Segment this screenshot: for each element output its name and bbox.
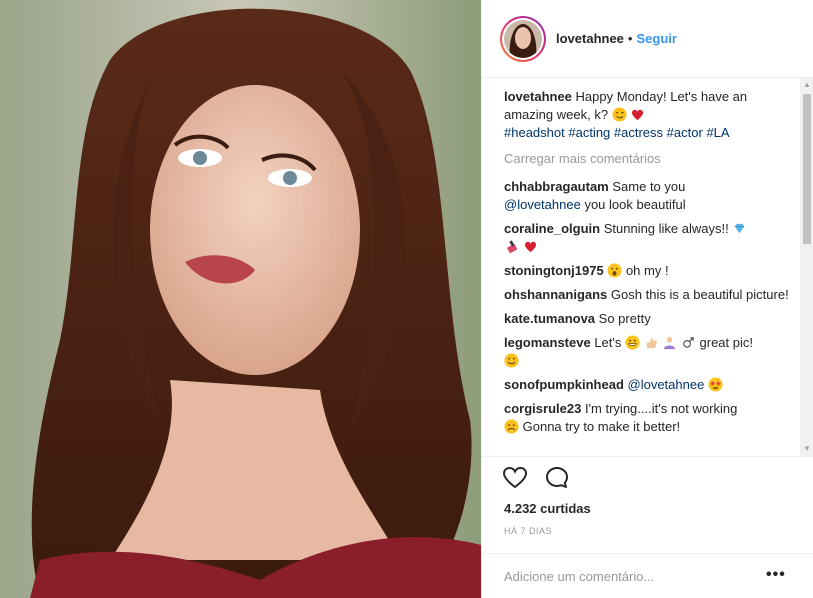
comment-item: legomansteve Let's great pic! [504,334,794,370]
hashtag[interactable]: #acting [568,125,610,140]
comment-input[interactable] [504,566,744,586]
comment-item: coraline_olguin Stunning like always!! [504,220,794,256]
post-header: lovetahnee • Seguir [482,0,813,78]
scroll-down-arrow-icon[interactable]: ▼ [800,442,813,456]
header-username[interactable]: lovetahnee [556,31,624,46]
thumbs-up-emoji-icon [646,337,657,349]
comment-username[interactable]: ohshannanigans [504,287,607,302]
comment-text: So pretty [598,311,651,326]
comment-item: ohshannanigans Gosh this is a beautiful … [504,286,794,304]
comment-text: Gosh this is a beautiful picture! [610,287,789,302]
caption-username[interactable]: lovetahnee [504,89,572,104]
comment-item: sonofpumpkinhead @lovetahnee [504,376,794,394]
comment-text-after: you look beautiful [584,197,686,212]
surprised-emoji-icon [607,263,622,278]
add-comment-bar: ••• [482,553,813,598]
heart-emoji-icon [632,109,644,121]
comment-text: Stunning like always!! [603,221,729,236]
comment-item: kate.tumanova So pretty [504,310,794,328]
post-timestamp[interactable]: HÁ 7 DIAS [504,526,552,536]
comment-text: oh my ! [625,263,669,278]
comment-username[interactable]: stoningtonj1975 [504,263,604,278]
comment-text-after: Gonna try to make it better! [522,419,681,434]
comment-username[interactable]: legomansteve [504,335,591,350]
hashtag[interactable]: #actor [667,125,703,140]
comment-username[interactable]: kate.tumanova [504,311,595,326]
comment-text: Let's [594,335,622,350]
comment-username[interactable]: sonofpumpkinhead [504,377,624,392]
comment-text-after: great pic! [699,335,753,350]
hashtag[interactable]: #actress [614,125,663,140]
follow-button[interactable]: Seguir [636,31,676,46]
portrait-image [0,0,481,598]
load-more-comments-button[interactable]: Carregar mais comentários [504,150,794,168]
post-photo[interactable] [0,0,481,598]
comment-text: Same to you [612,179,686,194]
scroll-up-arrow-icon[interactable]: ▲ [800,78,813,92]
comment-username[interactable]: corgisrule23 [504,401,581,416]
comment-item: stoningtonj1975 oh my ! [504,262,794,280]
caption: lovetahnee Happy Monday! Let's have an a… [504,88,794,142]
comments-list[interactable]: lovetahnee Happy Monday! Let's have an a… [504,88,794,454]
comment-item: chhabbragautam Same to you @lovetahnee y… [504,178,794,214]
heart-emoji-icon [524,241,536,253]
grinning-emoji-icon [625,335,640,350]
gem-emoji-icon [735,223,745,234]
nail-polish-emoji-icon [507,240,518,254]
likes-count[interactable]: 4.232 curtidas [504,501,591,516]
header-separator: • [627,31,633,46]
comment-mention[interactable]: @lovetahnee [628,377,705,392]
scroll-thumb[interactable] [803,94,811,244]
comments-scrollbar[interactable]: ▲ ▼ [800,78,813,456]
wink-emoji-icon [612,107,627,122]
more-options-icon[interactable]: ••• [766,566,786,584]
male-sign-emoji-icon [683,337,694,348]
comment-mention[interactable]: @lovetahnee [504,197,581,212]
hashtag[interactable]: #headshot [504,125,565,140]
hashtag[interactable]: #LA [706,125,729,140]
person-emoji-icon [664,336,676,350]
comment-username[interactable]: chhabbragautam [504,179,609,194]
comment-username[interactable]: coraline_olguin [504,221,600,236]
avatar[interactable] [500,15,546,62]
avatar-image [504,19,542,58]
comment-icon[interactable] [544,465,570,491]
sad-emoji-icon [504,419,519,434]
comment-item: corgisrule23 I'm trying....it's not work… [504,400,794,436]
star-eyes-emoji-icon [708,377,723,392]
post-actions: 4.232 curtidas HÁ 7 DIAS ••• [482,456,813,598]
post-panel: lovetahnee • Seguir lovetahnee Happy Mon… [481,0,813,598]
heart-icon[interactable] [502,465,528,491]
comment-text: I'm trying....it's not working [584,401,738,416]
smile-emoji-icon [504,353,519,368]
